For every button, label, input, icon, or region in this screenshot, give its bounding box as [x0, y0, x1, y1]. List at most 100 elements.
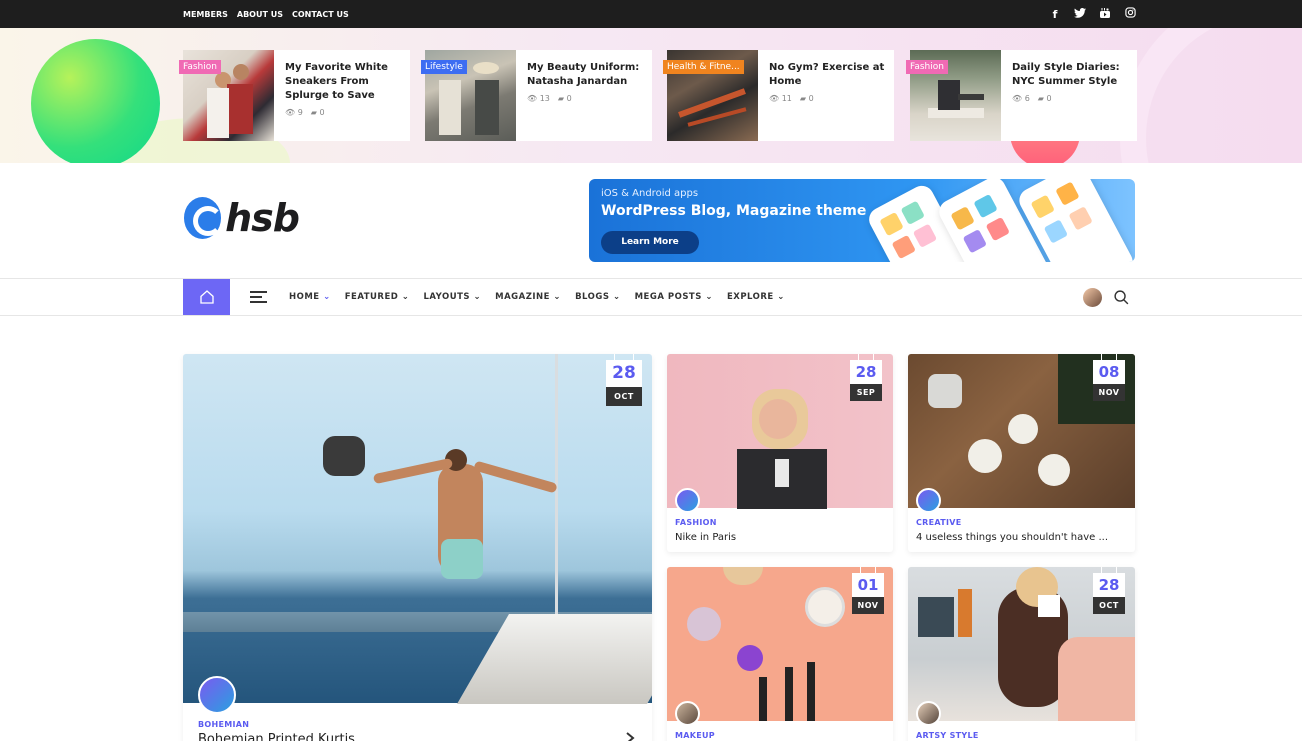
decor-ring: [1120, 28, 1302, 163]
author-avatar[interactable]: [916, 701, 941, 726]
user-avatar[interactable]: [1083, 288, 1102, 307]
post-date: 01 NOV: [852, 567, 884, 614]
trending-tag[interactable]: Fashion: [906, 60, 948, 74]
home-icon: [199, 290, 214, 304]
post-date-day: 28: [606, 360, 642, 387]
eye-icon: 👁: [527, 94, 538, 103]
nav-item-featured[interactable]: FEATURED ⌄: [345, 292, 410, 302]
site-logo[interactable]: hsb: [184, 196, 300, 240]
post-date-day: 28: [850, 360, 882, 384]
trending-tag[interactable]: Health & Fitne...: [663, 60, 744, 74]
comments-count: ▰ 0: [1037, 94, 1052, 103]
views-count: 👁 11: [769, 94, 792, 103]
post-date-day: 01: [852, 573, 884, 597]
nav-item-layouts[interactable]: LAYOUTS ⌄: [423, 292, 481, 302]
trending-meta: 👁 13 ▰ 0: [527, 94, 644, 103]
main-nav: HOME ⌄ FEATURED ⌄ LAYOUTS ⌄ MAGAZINE ⌄ B…: [0, 278, 1302, 316]
post-category[interactable]: MAKEUP: [675, 731, 715, 740]
views-count: 👁 13: [527, 94, 550, 103]
trending-card[interactable]: Fashion My Favorite White Sneakers From …: [179, 50, 410, 141]
menu-hamburger-icon[interactable]: [250, 291, 267, 303]
author-avatar[interactable]: [675, 488, 700, 513]
post-title[interactable]: Nike in Paris: [675, 532, 885, 543]
top-link-about-us[interactable]: ABOUT US: [237, 10, 283, 19]
comments-count: ▰ 0: [799, 94, 814, 103]
post-category[interactable]: FASHION: [675, 518, 717, 527]
post-image[interactable]: [183, 354, 652, 704]
post-date-month: OCT: [1093, 597, 1125, 614]
twitter-icon[interactable]: [1074, 7, 1086, 21]
logo-mark-icon: [184, 197, 224, 239]
comment-icon: ▰: [310, 108, 317, 117]
views-count: 👁 9: [285, 108, 303, 117]
top-link-contact-us[interactable]: CONTACT US: [292, 10, 349, 19]
comment-icon: ▰: [799, 94, 807, 103]
featured-post-card[interactable]: 28 OCT BOHEMIAN Bohemian Printed Kurtis: [183, 354, 652, 741]
trending-title[interactable]: My Favorite White Sneakers From Splurge …: [285, 61, 402, 103]
trending-card[interactable]: Lifestyle My Beauty Uniform: Natasha Jan…: [421, 50, 652, 141]
post-date-month: OCT: [606, 387, 642, 406]
trending-tag[interactable]: Fashion: [179, 60, 221, 74]
search-icon[interactable]: [1113, 289, 1130, 306]
post-date: 28 OCT: [1093, 567, 1125, 614]
post-card[interactable]: 01 NOV MAKEUP: [667, 567, 893, 741]
author-avatar[interactable]: [198, 676, 236, 714]
post-date-day: 08: [1093, 360, 1125, 384]
facebook-icon[interactable]: f: [1049, 8, 1061, 21]
trending-meta: 👁 6 ▰ 0: [1012, 94, 1129, 103]
trending-tag[interactable]: Lifestyle: [421, 60, 467, 74]
decor-green-circle: [31, 39, 160, 163]
post-date-day: 28: [1093, 573, 1125, 597]
banner-subtitle: iOS & Android apps: [601, 188, 699, 199]
author-avatar[interactable]: [916, 488, 941, 513]
post-title[interactable]: 4 useless things you shouldn't have ...: [916, 532, 1116, 543]
post-date-month: NOV: [1093, 384, 1125, 401]
social-links: f: [1049, 0, 1136, 28]
nav-item-blogs[interactable]: BLOGS ⌄: [575, 292, 621, 302]
nav-item-explore[interactable]: EXPLORE ⌄: [727, 292, 785, 302]
nav-item-magazine[interactable]: MAGAZINE ⌄: [495, 292, 561, 302]
post-date-month: SEP: [850, 384, 882, 401]
post-category[interactable]: CREATIVE: [916, 518, 962, 527]
post-card[interactable]: 28 OCT ARTSY STYLE: [908, 567, 1135, 741]
post-date: 08 NOV: [1093, 354, 1125, 401]
top-bar: MEMBERS ABOUT US CONTACT US f: [0, 0, 1302, 28]
nav-item-mega-posts[interactable]: MEGA POSTS ⌄: [635, 292, 713, 302]
comment-icon: ▰: [1037, 94, 1044, 103]
top-menu: MEMBERS ABOUT US CONTACT US: [183, 0, 349, 28]
youtube-icon[interactable]: [1099, 7, 1111, 22]
post-date-month: NOV: [852, 597, 884, 614]
eye-icon: 👁: [285, 108, 296, 117]
post-date: 28 OCT: [606, 354, 642, 406]
comments-count: ▰ 0: [557, 94, 572, 103]
home-button[interactable]: [183, 279, 230, 315]
trending-band: Fashion My Favorite White Sneakers From …: [0, 28, 1302, 163]
banner-learn-more-button[interactable]: Learn More: [601, 231, 699, 254]
trending-meta: 👁 11 ▰ 0: [769, 94, 886, 103]
post-card[interactable]: 28 SEP FASHION Nike in Paris: [667, 354, 893, 552]
views-count: 👁 6: [1012, 94, 1030, 103]
comment-icon: ▰: [557, 94, 565, 103]
top-link-members[interactable]: MEMBERS: [183, 10, 228, 19]
nav-items: HOME ⌄ FEATURED ⌄ LAYOUTS ⌄ MAGAZINE ⌄ B…: [289, 279, 785, 315]
post-card[interactable]: 08 NOV CREATIVE 4 useless things you sho…: [908, 354, 1135, 552]
comments-count: ▰ 0: [310, 108, 325, 117]
instagram-icon[interactable]: [1124, 7, 1136, 21]
eye-icon: 👁: [769, 94, 780, 103]
trending-title[interactable]: My Beauty Uniform: Natasha Janardan: [527, 61, 644, 89]
post-title[interactable]: Bohemian Printed Kurtis: [198, 732, 355, 741]
page: MEMBERS ABOUT US CONTACT US f Fashion My…: [0, 0, 1302, 741]
chevron-right-icon[interactable]: [625, 732, 635, 741]
trending-meta: 👁 9 ▰ 0: [285, 108, 402, 117]
eye-icon: 👁: [1012, 94, 1023, 103]
trending-card[interactable]: Fashion Daily Style Diaries: NYC Summer …: [906, 50, 1137, 141]
nav-item-home[interactable]: HOME ⌄: [289, 292, 331, 302]
trending-title[interactable]: Daily Style Diaries: NYC Summer Style: [1012, 61, 1129, 89]
author-avatar[interactable]: [675, 701, 700, 726]
logo-text: hsb: [225, 196, 300, 240]
header-ad-banner[interactable]: iOS & Android apps WordPress Blog, Magaz…: [589, 179, 1135, 262]
trending-card[interactable]: Health & Fitne... No Gym? Exercise at Ho…: [663, 50, 894, 141]
post-category[interactable]: BOHEMIAN: [198, 720, 249, 729]
trending-title[interactable]: No Gym? Exercise at Home: [769, 61, 886, 89]
post-category[interactable]: ARTSY STYLE: [916, 731, 979, 740]
